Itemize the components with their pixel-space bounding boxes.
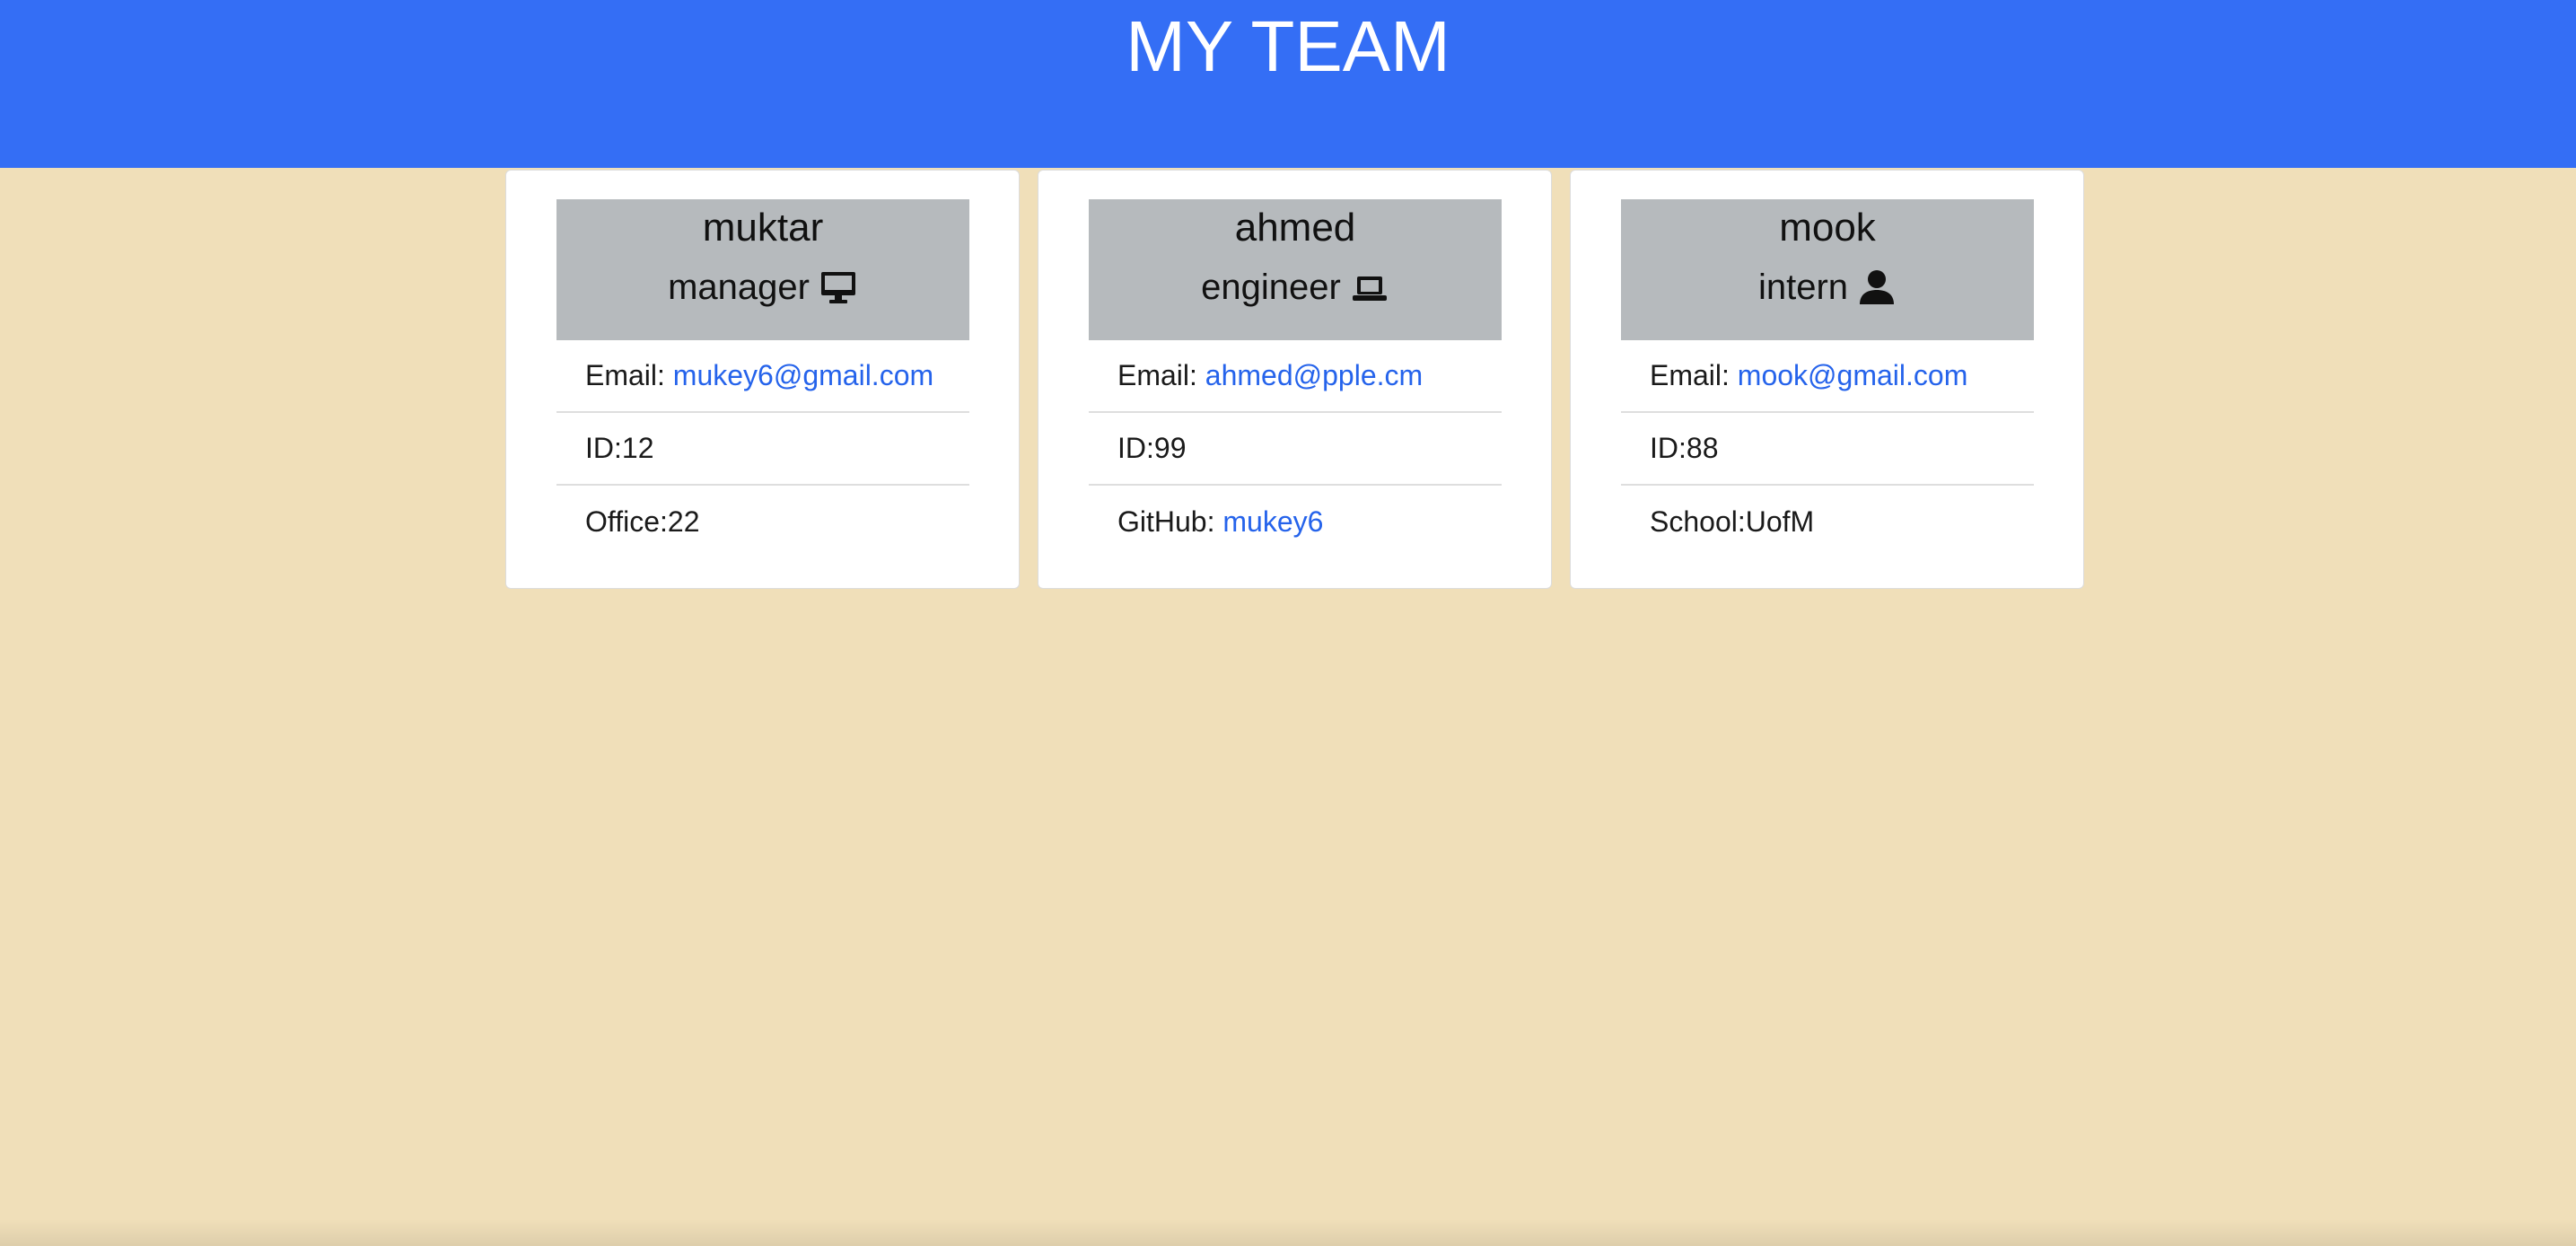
id-row: ID:99 <box>1089 413 1502 486</box>
github-row: GitHub: mukey6 <box>1089 486 1502 558</box>
user-icon <box>1857 268 1897 307</box>
id-row: ID:12 <box>556 413 969 486</box>
page-header: MY TEAM <box>0 0 2576 168</box>
email-label: Email: <box>1650 359 1730 391</box>
role-label: intern <box>1757 268 1849 307</box>
email-row: Email: mook@gmail.com <box>1621 340 2034 413</box>
card-header: mook intern <box>1621 199 2034 340</box>
email-label: Email: <box>585 359 665 391</box>
desktop-icon <box>819 268 858 307</box>
page-title: MY TEAM <box>1126 6 1450 86</box>
employee-role: intern <box>1758 264 1897 311</box>
school-row: School:UofM <box>1650 505 1815 538</box>
employee-details: Email: mook@gmail.com ID:88 School:UofM <box>1621 340 2034 558</box>
employee-card-intern: mook intern Email: mook@gmail.com ID:88 … <box>1570 170 2084 589</box>
email-link[interactable]: mook@gmail.com <box>1738 359 1968 392</box>
id-row: ID:88 <box>1621 413 2034 486</box>
email-link[interactable]: ahmed@pple.cm <box>1205 359 1423 392</box>
employee-name: mook <box>1779 206 1876 250</box>
employee-role: engineer <box>1201 264 1389 311</box>
bottom-shadow <box>0 1219 2576 1246</box>
employee-name: ahmed <box>1234 206 1356 250</box>
office-row: Office:22 <box>585 505 700 538</box>
employee-card-manager: muktar manager Email: mukey6@gmail.com I… <box>505 170 1020 589</box>
role-label: manager <box>668 268 810 307</box>
email-link[interactable]: mukey6@gmail.com <box>673 359 933 392</box>
employee-name: muktar <box>702 206 824 250</box>
github-link[interactable]: mukey6 <box>1222 505 1323 539</box>
employee-role: manager <box>668 264 858 311</box>
email-row: Email: mukey6@gmail.com <box>556 340 969 413</box>
employee-details: Email: ahmed@pple.cm ID:99 GitHub: mukey… <box>1089 340 1502 558</box>
card-header: ahmed engineer <box>1089 199 1502 340</box>
employee-card-engineer: ahmed engineer Email: ahmed@pple.cm ID:9… <box>1038 170 1552 589</box>
role-label: engineer <box>1201 268 1341 307</box>
card-header: muktar manager <box>556 199 969 340</box>
email-row: Email: ahmed@pple.cm <box>1089 340 1502 413</box>
team-cards: muktar manager Email: mukey6@gmail.com I… <box>505 170 2084 589</box>
employee-details: Email: mukey6@gmail.com ID:12 Office:22 <box>556 340 969 558</box>
email-label: Email: <box>1117 359 1197 391</box>
github-label: GitHub: <box>1117 505 1215 538</box>
laptop-icon <box>1350 268 1389 307</box>
